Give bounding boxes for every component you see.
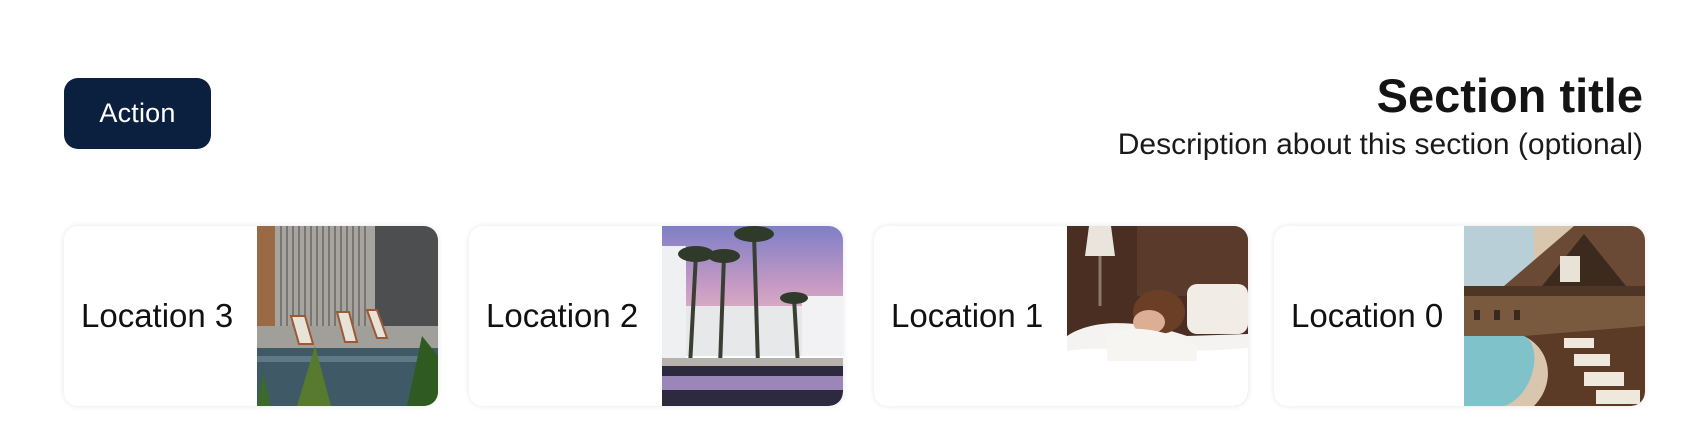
location-card-label: Location 0: [1291, 297, 1444, 334]
location-card[interactable]: Location 2: [469, 226, 843, 406]
location-card-label: Location 1: [891, 297, 1044, 334]
location-card-label: Location 3: [81, 297, 234, 334]
section-header: Section title Description about this sec…: [1118, 66, 1643, 164]
action-button[interactable]: Action: [64, 78, 211, 149]
location-cards: Location 3 Location 2 Location 1 Locatio…: [64, 226, 1645, 406]
section-description: Description about this section (optional…: [1117, 128, 1643, 161]
location-card-label: Location 2: [486, 297, 639, 334]
location-card[interactable]: Location 0: [1274, 226, 1645, 406]
palm-trees-pool-sunset-photo: [662, 226, 843, 406]
resort-lodge-pool-photo: [1464, 226, 1645, 406]
location-card[interactable]: Location 3: [64, 226, 438, 406]
page: Action Section title Description about t…: [0, 0, 1705, 437]
pool-with-deck-chairs-photo: [257, 226, 438, 406]
location-card[interactable]: Location 1: [874, 226, 1248, 406]
section-title: Section title: [1376, 69, 1643, 122]
person-sleeping-in-bed-photo: [1067, 226, 1248, 406]
